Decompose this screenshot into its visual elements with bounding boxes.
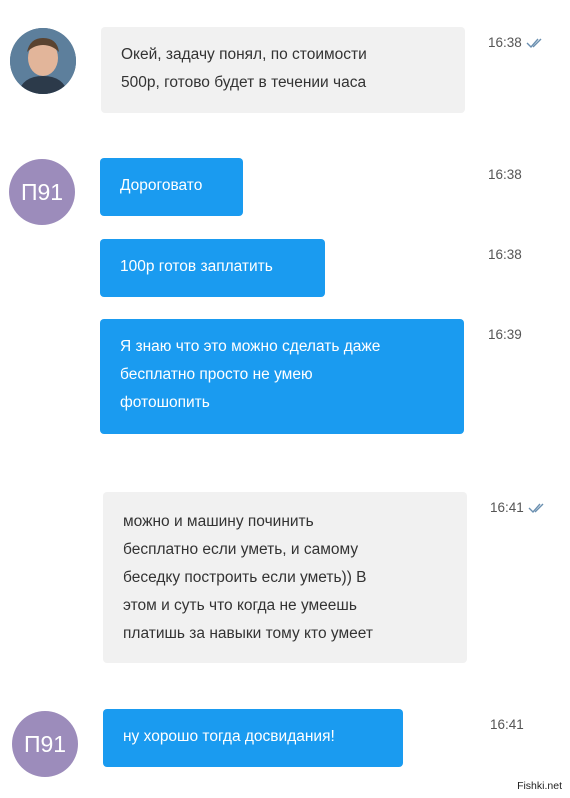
message-bubble: можно и машину починить бесплатно если у… [103, 492, 467, 663]
message-bubble: Окей, задачу понял, по стоимости 500р, г… [101, 27, 465, 113]
message-time: 16:39 [488, 327, 522, 342]
person-photo-icon [10, 28, 76, 94]
message-text: можно и машину починить бесплатно если у… [123, 513, 373, 642]
avatar-initials: П91 [23, 730, 67, 757]
contact-avatar[interactable]: П91 [12, 711, 78, 777]
message-time: 16:38 [488, 247, 522, 262]
message-text: Я знаю что это можно сделать даже беспла… [120, 338, 381, 411]
message-bubble: Я знаю что это можно сделать даже беспла… [100, 319, 464, 434]
watermark: Fishki.net [517, 780, 562, 792]
message-bubble: Дороговато [100, 158, 243, 216]
message-time: 16:38 [488, 35, 546, 50]
message-text: 100р готов заплатить [120, 258, 273, 275]
message-text: ну хорошо тогда досвидания! [123, 728, 335, 745]
message-time: 16:41 [490, 500, 548, 515]
contact-avatar[interactable]: П91 [9, 159, 75, 225]
seller-avatar[interactable] [10, 28, 76, 94]
avatar-initials: П91 [20, 178, 64, 205]
message-time: 16:41 [490, 717, 524, 732]
message-text: Дороговато [120, 177, 203, 194]
message-text: Окей, задачу понял, по стоимости 500р, г… [121, 46, 367, 91]
message-bubble: ну хорошо тогда досвидания! [103, 709, 403, 767]
message-time: 16:38 [488, 167, 522, 182]
message-bubble: 100р готов заплатить [100, 239, 325, 297]
double-check-icon [528, 503, 544, 513]
double-check-icon [526, 38, 542, 48]
